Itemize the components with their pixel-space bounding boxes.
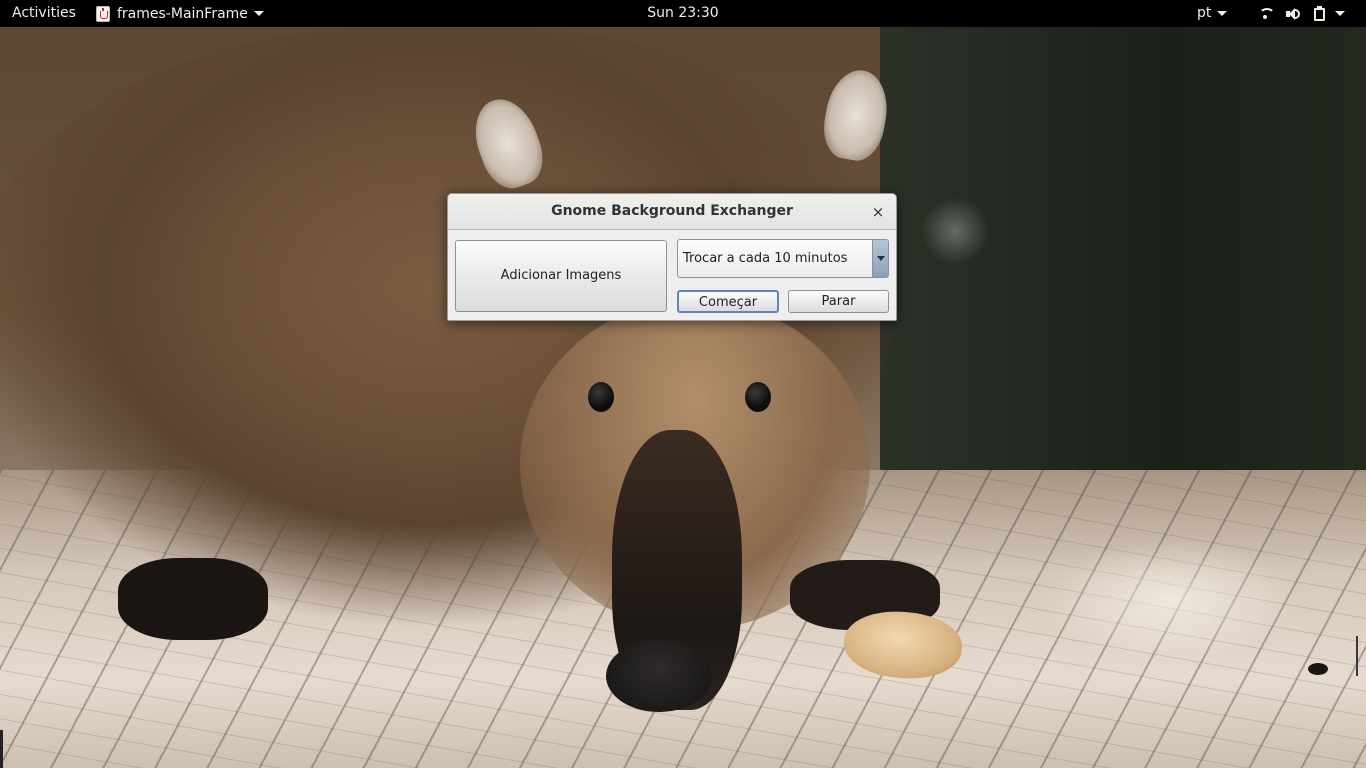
interval-select-arrow-button[interactable] xyxy=(872,240,888,277)
app-menu-label: frames-MainFrame xyxy=(117,5,248,22)
add-images-button[interactable]: Adicionar Imagens xyxy=(455,240,667,312)
stop-button[interactable]: Parar xyxy=(788,290,889,313)
window-titlebar[interactable]: Gnome Background Exchanger × xyxy=(448,194,896,230)
wallpaper-coati-paw-left xyxy=(118,558,268,640)
interval-select[interactable]: Trocar a cada 10 minutos xyxy=(677,239,889,278)
volume-icon xyxy=(1285,6,1301,22)
start-button[interactable]: Começar xyxy=(677,290,779,313)
window-content: Adicionar Imagens Trocar a cada 10 minut… xyxy=(448,230,896,320)
java-app-icon xyxy=(96,5,110,22)
wallpaper-crumb xyxy=(1308,663,1328,675)
chevron-down-icon xyxy=(1335,11,1345,16)
interval-select-value: Trocar a cada 10 minutos xyxy=(683,251,848,266)
wallpaper-coati-eye-right xyxy=(745,382,771,412)
clock[interactable]: Sun 23:30 xyxy=(647,5,718,21)
wallpaper-bokeh-light xyxy=(920,198,990,264)
close-button[interactable]: × xyxy=(868,202,888,222)
chevron-down-icon xyxy=(877,256,885,261)
window-title: Gnome Background Exchanger xyxy=(551,203,793,219)
corner-mark xyxy=(0,730,3,768)
wifi-icon xyxy=(1258,6,1275,22)
top-bar: Activities frames-MainFrame Sun 23:30 pt xyxy=(0,0,1366,27)
wallpaper-coati-eye-left xyxy=(588,382,614,412)
language-menu[interactable]: pt xyxy=(1197,0,1228,26)
chevron-down-icon xyxy=(253,11,264,16)
edge-mark xyxy=(1356,636,1358,676)
desktop-wallpaper xyxy=(0,0,1366,768)
chevron-down-icon xyxy=(1217,10,1228,16)
wallpaper-coati-nose xyxy=(606,640,712,712)
language-label: pt xyxy=(1197,5,1212,21)
background-exchanger-window: Gnome Background Exchanger × Adicionar I… xyxy=(447,193,897,321)
activities-button[interactable]: Activities xyxy=(12,0,76,27)
app-menu[interactable]: frames-MainFrame xyxy=(96,0,264,27)
battery-icon xyxy=(1312,5,1328,22)
system-menu[interactable] xyxy=(1258,0,1345,27)
wallpaper-sunlight-patch xyxy=(1040,540,1300,660)
